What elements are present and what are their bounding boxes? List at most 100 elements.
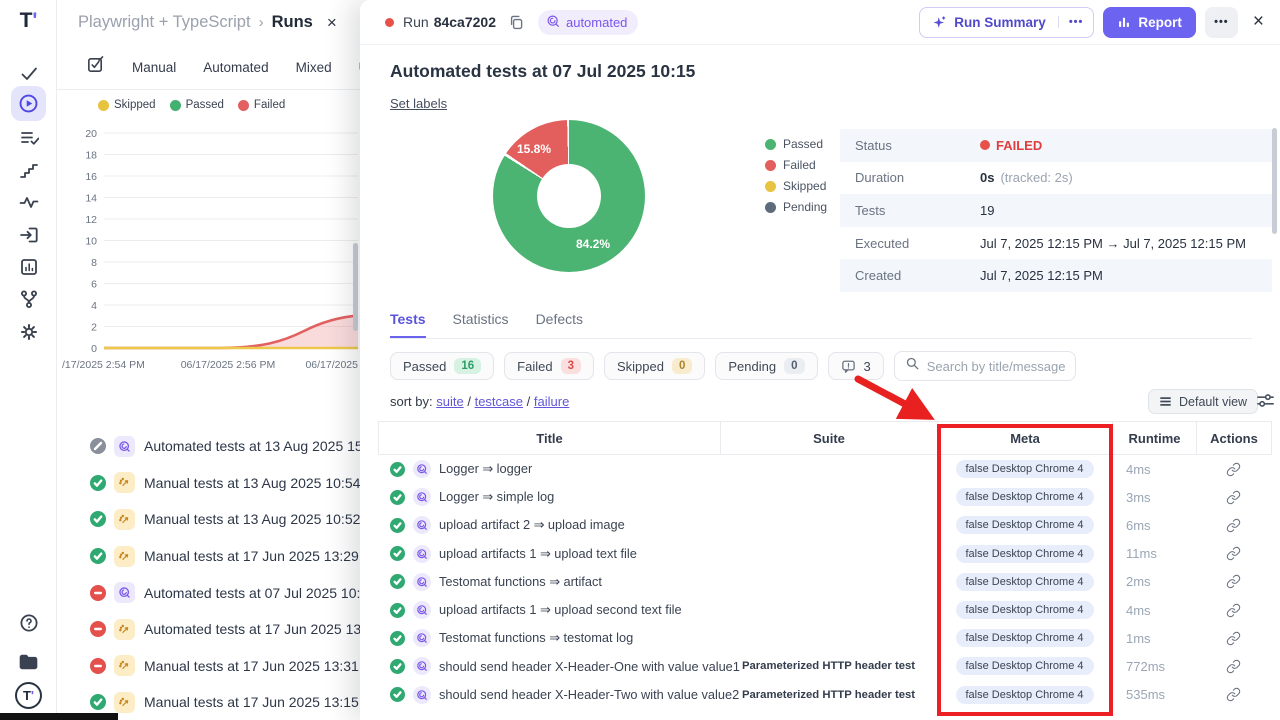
- analytics-icon[interactable]: [0, 252, 57, 282]
- passed-dot: [765, 139, 776, 150]
- meta-tag[interactable]: false Desktop Chrome 4: [956, 516, 1094, 534]
- test-link-icon[interactable]: [1196, 546, 1270, 561]
- manual-run-icon: [114, 546, 135, 567]
- test-link-icon[interactable]: [1196, 631, 1270, 646]
- branches-icon[interactable]: [0, 284, 57, 314]
- header-meta[interactable]: Meta: [938, 422, 1113, 454]
- test-row[interactable]: Testomat functions ⇒ artifact false Desk…: [378, 568, 1272, 596]
- meta-tag[interactable]: false Desktop Chrome 4: [956, 573, 1094, 591]
- run-list-item[interactable]: Automated tests at 17 Jun 2025 13:30: [57, 611, 360, 648]
- sort-by-testcase[interactable]: testcase: [475, 394, 523, 409]
- settings-gear-icon[interactable]: [0, 317, 57, 347]
- test-row[interactable]: Testomat functions ⇒ testomat log false …: [378, 624, 1272, 652]
- run-list-item[interactable]: Automated tests at 13 Aug 2025 15:53: [57, 428, 360, 465]
- sort-by-failure[interactable]: failure: [534, 394, 569, 409]
- view-settings-icon[interactable]: [1256, 391, 1275, 415]
- test-row[interactable]: should send header X-Header-Two with val…: [378, 681, 1272, 709]
- filter-failed[interactable]: Failed3: [504, 352, 594, 380]
- info-row-tests: Tests 19: [840, 194, 1272, 227]
- meta-tag[interactable]: false Desktop Chrome 4: [956, 686, 1094, 704]
- run-list-item[interactable]: Manual tests at 17 Jun 2025 13:29 from: [57, 538, 360, 575]
- test-row[interactable]: upload artifact 2 ⇒ upload image false D…: [378, 511, 1272, 539]
- tab-tests[interactable]: Tests: [390, 311, 426, 339]
- test-link-icon[interactable]: [1196, 603, 1270, 618]
- meta-tag[interactable]: false Desktop Chrome 4: [956, 657, 1094, 675]
- test-link-icon[interactable]: [1196, 518, 1270, 533]
- app-logo[interactable]: T': [0, 9, 57, 33]
- test-link-icon[interactable]: [1196, 462, 1270, 477]
- report-button[interactable]: Report: [1103, 7, 1196, 38]
- header-runtime[interactable]: Runtime: [1113, 422, 1197, 454]
- filter-skipped[interactable]: Skipped0: [604, 352, 705, 380]
- test-row[interactable]: Logger ⇒ logger false Desktop Chrome 4 4…: [378, 455, 1272, 483]
- tab-statistics[interactable]: Statistics: [453, 311, 509, 339]
- filter-passed[interactable]: Passed16: [390, 352, 494, 380]
- automated-badge[interactable]: automated: [538, 10, 638, 35]
- meta-tag[interactable]: false Desktop Chrome 4: [956, 601, 1094, 619]
- automated-test-icon: [413, 601, 431, 619]
- run-summary-more[interactable]: •••: [1058, 16, 1094, 28]
- page-scrollbar[interactable]: [353, 243, 358, 331]
- page-close-icon[interactable]: ×: [327, 13, 337, 33]
- milestones-icon[interactable]: [0, 155, 57, 185]
- run-list-item[interactable]: Manual tests at 13 Aug 2025 10:54 2: [57, 465, 360, 502]
- breadcrumb-project[interactable]: Playwright + TypeScript: [78, 13, 251, 32]
- skipped-dot: [765, 181, 776, 192]
- test-plans-icon[interactable]: [0, 123, 57, 153]
- default-view-button[interactable]: Default view: [1148, 389, 1258, 414]
- dock-hint: [0, 713, 118, 720]
- import-icon[interactable]: [0, 220, 57, 250]
- run-list-item[interactable]: Manual tests at 13 Aug 2025 10:52 from: [57, 501, 360, 538]
- tab-automated[interactable]: Automated: [203, 60, 268, 75]
- header-suite[interactable]: Suite: [721, 422, 938, 454]
- test-row[interactable]: upload artifacts 1 ⇒ upload second text …: [378, 596, 1272, 624]
- test-row[interactable]: Logger ⇒ simple log false Desktop Chrome…: [378, 483, 1272, 511]
- tab-mixed[interactable]: Mixed: [296, 60, 332, 75]
- failed-status-icon: [90, 658, 106, 674]
- automated-test-icon: [413, 686, 431, 704]
- meta-tag[interactable]: false Desktop Chrome 4: [956, 545, 1094, 563]
- test-link-icon[interactable]: [1196, 659, 1270, 674]
- tab-manual[interactable]: Manual: [132, 60, 176, 75]
- passed-status-icon: [90, 475, 106, 491]
- failed-count: 3: [561, 358, 581, 374]
- search-box[interactable]: [894, 351, 1076, 381]
- filter-pending[interactable]: Pending0: [715, 352, 817, 380]
- meta-tag[interactable]: false Desktop Chrome 4: [956, 460, 1094, 478]
- test-row[interactable]: upload artifacts 1 ⇒ upload text file fa…: [378, 540, 1272, 568]
- help-icon[interactable]: [0, 608, 57, 638]
- list-view-icon: [1159, 395, 1172, 408]
- run-summary-button[interactable]: Run Summary •••: [919, 7, 1094, 38]
- sidebar-item-runs[interactable]: [11, 86, 46, 121]
- run-list-item-selected[interactable]: Automated tests at 07 Jul 2025 10:15: [57, 574, 360, 611]
- test-row[interactable]: should send header X-Header-One with val…: [378, 652, 1272, 680]
- sort-by-suite[interactable]: suite: [436, 394, 463, 409]
- filter-comments[interactable]: 3: [828, 352, 884, 380]
- test-link-icon[interactable]: [1196, 574, 1270, 589]
- panel-scrollbar[interactable]: [1272, 128, 1277, 234]
- failed-percent-label: 15.8%: [517, 142, 551, 156]
- header-title[interactable]: Title: [379, 422, 721, 454]
- test-link-icon[interactable]: [1196, 490, 1270, 505]
- header-actions[interactable]: Actions: [1197, 422, 1271, 454]
- svg-text:06/17/2025: 06/17/2025: [305, 359, 358, 371]
- select-runs-icon[interactable]: [86, 55, 105, 79]
- tests-icon[interactable]: [0, 58, 57, 88]
- meta-tag[interactable]: false Desktop Chrome 4: [956, 629, 1094, 647]
- tab-defects[interactable]: Defects: [536, 311, 583, 339]
- projects-folder-icon[interactable]: [0, 646, 57, 676]
- set-labels-link[interactable]: Set labels: [390, 96, 447, 111]
- svg-text:10: 10: [85, 236, 97, 248]
- search-input[interactable]: [927, 359, 1065, 374]
- meta-tag[interactable]: false Desktop Chrome 4: [956, 488, 1094, 506]
- test-link-icon[interactable]: [1196, 687, 1270, 702]
- copy-icon[interactable]: [508, 14, 524, 30]
- svg-text:6: 6: [91, 279, 97, 291]
- run-list-item[interactable]: Manual tests at 17 Jun 2025 13:31 from: [57, 648, 360, 685]
- page-title: Runs: [272, 13, 313, 32]
- panel-close-icon[interactable]: ×: [1253, 11, 1264, 33]
- pulse-icon[interactable]: [0, 187, 57, 217]
- failed-area: [104, 316, 358, 348]
- account-avatar[interactable]: T': [0, 680, 57, 710]
- more-actions-button[interactable]: •••: [1205, 7, 1238, 38]
